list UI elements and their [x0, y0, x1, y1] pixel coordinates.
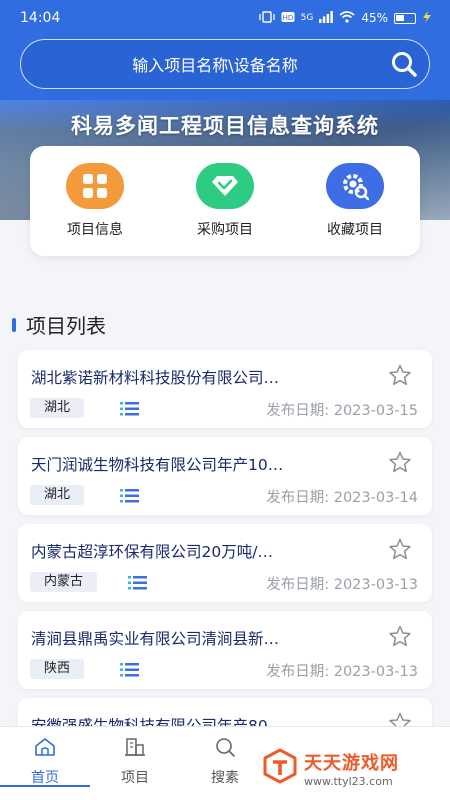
tab-search[interactable]: 搜素	[180, 737, 270, 787]
quick-action-project-info[interactable]: 项目信息	[40, 163, 150, 239]
quick-action-purchase[interactable]: 采购项目	[170, 163, 280, 239]
battery-percent: 45%	[361, 11, 388, 25]
quick-action-label: 采购项目	[197, 222, 253, 238]
project-title[interactable]: 湖北紫诺新材料科技股份有限公司…	[31, 366, 361, 388]
region-badge: 内蒙古	[30, 572, 98, 592]
grid-icon	[66, 163, 124, 209]
star-icon[interactable]	[388, 451, 412, 477]
signal-icon	[319, 10, 334, 26]
publish-date: 发布日期: 2023-03-15	[266, 403, 418, 419]
list-item[interactable]: 内蒙古超淳环保有限公司20万吨/… 内蒙古 发布日期: 2023-03-13	[18, 524, 432, 602]
section-title: 项目列表	[12, 310, 106, 339]
diamond-icon	[196, 163, 254, 209]
building-icon	[124, 737, 146, 761]
quick-action-label: 收藏项目	[327, 222, 383, 238]
publish-date: 发布日期: 2023-03-14	[266, 490, 418, 506]
publish-date: 发布日期: 2023-03-13	[266, 577, 418, 593]
network-type: 5G	[300, 13, 314, 23]
region-badge: 湖北	[30, 398, 85, 418]
tab-label: 搜素	[211, 770, 239, 786]
battery-icon	[394, 12, 416, 24]
region-badge: 陕西	[30, 659, 85, 679]
gear-icon	[326, 163, 384, 209]
project-list: 湖北紫诺新材料科技股份有限公司… 湖北 发布日期: 2023-03-15 天门润…	[18, 350, 432, 785]
publish-date: 发布日期: 2023-03-13	[266, 664, 418, 680]
list-item[interactable]: 湖北紫诺新材料科技股份有限公司… 湖北 发布日期: 2023-03-15	[18, 350, 432, 428]
tab-home[interactable]: 首页	[0, 737, 90, 787]
svg-text:HD: HD	[282, 14, 293, 22]
region-badge: 湖北	[30, 485, 85, 505]
hd-icon: HD	[281, 11, 295, 26]
active-tab-indicator	[0, 785, 90, 787]
quick-actions-card: 项目信息 采购项目 收藏项目	[30, 146, 420, 256]
vibrate-icon	[258, 10, 275, 26]
tab-label: 项目	[121, 770, 149, 786]
home-icon	[34, 737, 56, 761]
star-icon[interactable]	[388, 625, 412, 651]
star-icon[interactable]	[388, 364, 412, 390]
search-icon[interactable]	[379, 39, 429, 89]
project-title[interactable]: 清涧县鼎禹实业有限公司清涧县新…	[31, 627, 361, 649]
watermark-logo-icon	[262, 748, 298, 788]
watermark-url: www.ttyl23.com	[304, 774, 393, 788]
section-accent	[12, 317, 16, 332]
list-item[interactable]: 天门润诚生物科技有限公司年产10… 湖北 发布日期: 2023-03-14	[18, 437, 432, 515]
list-item[interactable]: 清涧县鼎禹实业有限公司清涧县新… 陕西 发布日期: 2023-03-13	[18, 611, 432, 689]
star-icon[interactable]	[388, 538, 412, 564]
tab-label: 首页	[31, 770, 59, 786]
project-title[interactable]: 天门润诚生物科技有限公司年产10…	[31, 453, 361, 475]
document-list-icon	[120, 401, 140, 420]
search-input[interactable]: 输入项目名称\设备名称	[21, 52, 379, 76]
document-list-icon	[120, 662, 140, 681]
section-title-text: 项目列表	[26, 314, 106, 338]
tab-projects[interactable]: 项目	[90, 737, 180, 787]
project-title[interactable]: 内蒙古超淳环保有限公司20万吨/…	[31, 540, 361, 562]
app-title: 科易多闻工程项目信息查询系统	[71, 114, 379, 138]
watermark: 天天游戏网 www.ttyl23.com	[262, 748, 399, 788]
status-bar: 14:04 HD 5G 45%	[0, 0, 450, 36]
document-list-icon	[128, 575, 148, 594]
search-bar[interactable]: 输入项目名称\设备名称	[20, 39, 430, 89]
search-icon	[214, 737, 236, 761]
wifi-icon	[339, 10, 355, 26]
document-list-icon	[120, 488, 140, 507]
status-time: 14:04	[20, 10, 61, 26]
quick-action-favorites[interactable]: 收藏项目	[300, 163, 410, 239]
charging-icon	[422, 10, 432, 26]
watermark-text: 天天游戏网	[304, 752, 399, 774]
quick-action-label: 项目信息	[67, 222, 123, 238]
